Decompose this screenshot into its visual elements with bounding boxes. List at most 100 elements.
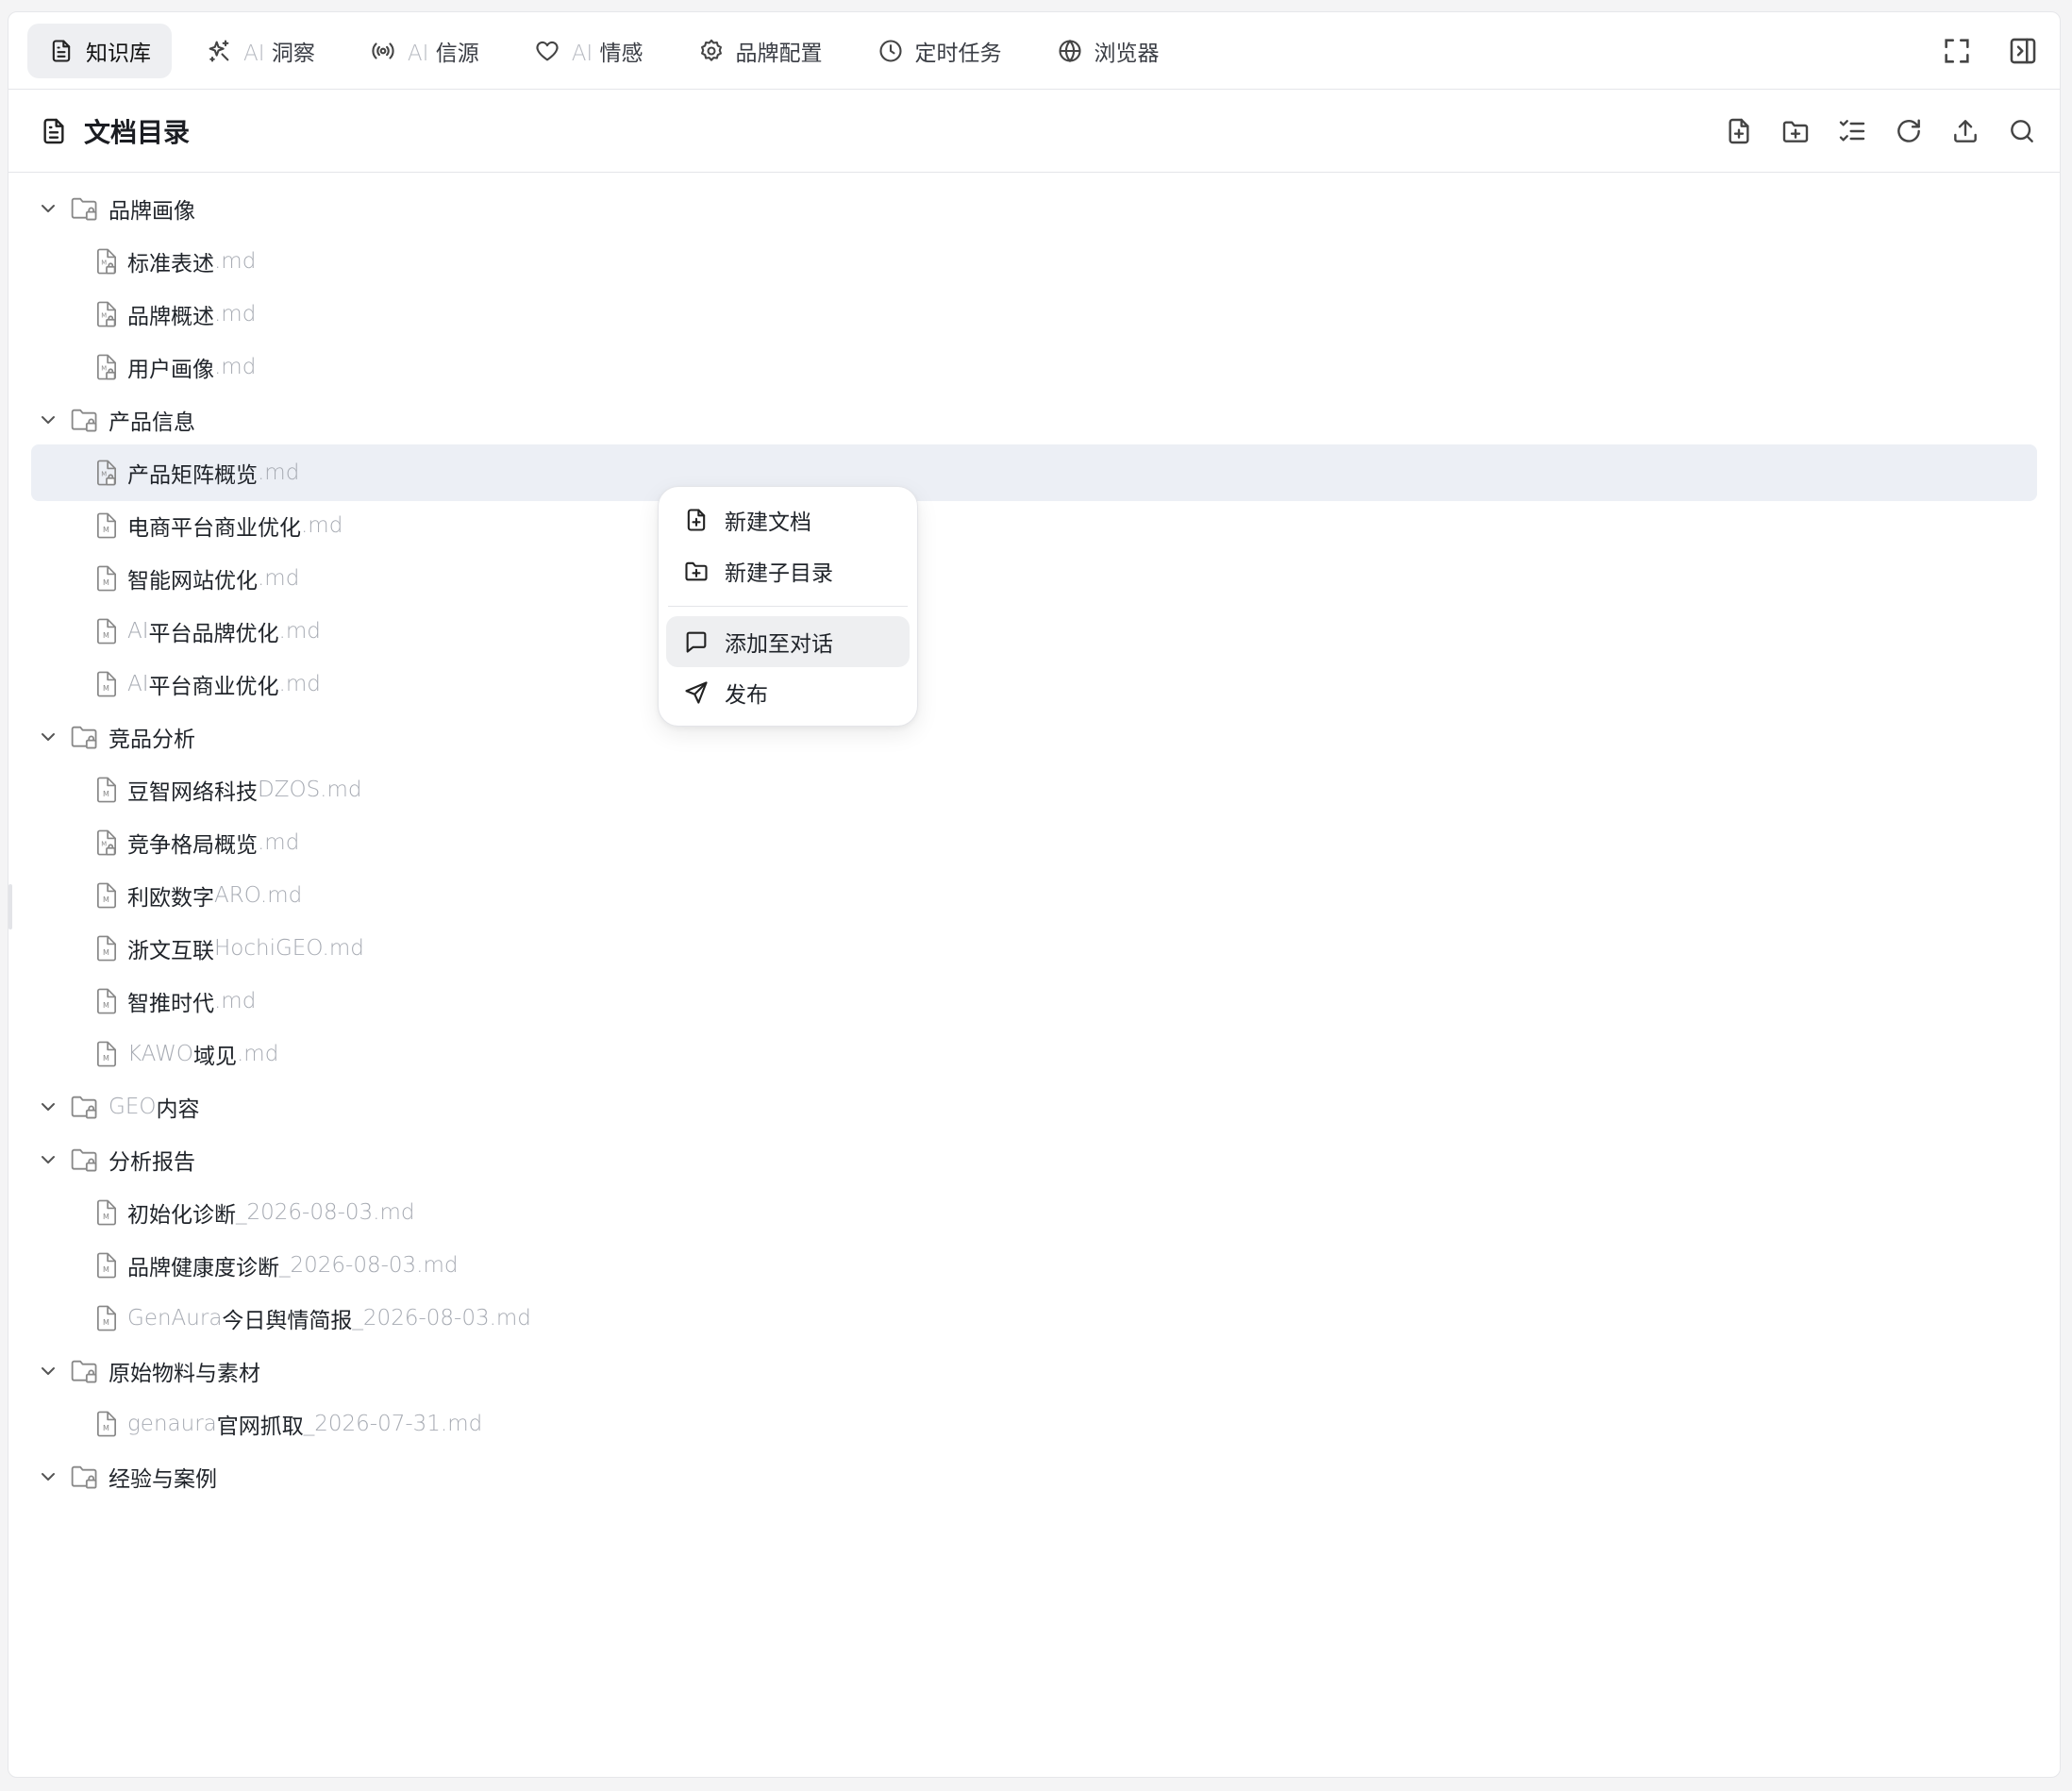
chevron-down-icon[interactable]	[37, 1096, 59, 1118]
folder-name: 分析报告	[109, 1150, 195, 1175]
file-row[interactable]: M 智推时代 .md	[8, 975, 2060, 1028]
folder-row[interactable]: 经验与案例	[8, 1450, 2060, 1503]
document-icon	[52, 39, 71, 62]
menu-item-new-subfolder[interactable]: 新建子目录	[666, 545, 910, 596]
list-check-icon[interactable]	[1837, 116, 1867, 146]
file-extension: .md	[278, 672, 321, 696]
markdown-file-icon: M	[97, 935, 116, 962]
file-row[interactable]: M 品牌概述 .md	[8, 288, 2060, 341]
markdown-file-icon: M	[97, 1305, 116, 1331]
file-row[interactable]: M 标准表述 .md	[8, 235, 2060, 288]
folder-row[interactable]: 品牌画像	[8, 182, 2060, 235]
file-row[interactable]: M 用户画像 .md	[8, 341, 2060, 393]
folder-row[interactable]: GEO 内容	[8, 1080, 2060, 1133]
file-name: 浙文互联	[127, 939, 214, 963]
folder-lock-icon	[71, 197, 97, 221]
menu-item-label: 新建子目录	[725, 561, 833, 586]
menu-item-label: 发布	[725, 683, 768, 708]
file-row[interactable]: M 电商平台商业优化 .md	[8, 499, 2060, 552]
file-row[interactable]: M 利欧数字 ARO.md	[8, 869, 2060, 922]
collapse-panel-icon[interactable]	[2007, 35, 2039, 67]
markdown-file-icon: M	[97, 671, 116, 697]
file-extension: .md	[214, 249, 257, 274]
file-row[interactable]: M 智能网站优化 .md	[8, 552, 2060, 605]
file-row[interactable]: M GenAura 今日舆情简报 _2026-08-03.md	[8, 1292, 2060, 1345]
tab-ai-sentiment[interactable]: AI 情感	[513, 24, 664, 78]
file-extension: _2026-08-03.md	[236, 1200, 415, 1225]
file-row[interactable]: M 初始化诊断 _2026-08-03.md	[8, 1186, 2060, 1239]
file-extension: DZOS.md	[258, 778, 362, 802]
markdown-file-icon: M	[97, 1041, 116, 1067]
file-prefix: AI	[127, 672, 149, 696]
chevron-down-icon[interactable]	[37, 1360, 59, 1382]
chevron-down-icon[interactable]	[37, 409, 59, 431]
search-icon[interactable]	[2007, 116, 2037, 146]
clock-icon	[878, 39, 902, 62]
folder-row[interactable]: 竞品分析	[8, 711, 2060, 763]
svg-text:M: M	[101, 311, 107, 319]
new-folder-icon[interactable]	[1780, 116, 1811, 146]
refresh-icon[interactable]	[1894, 116, 1924, 146]
file-name: 品牌健康度诊断	[127, 1256, 279, 1280]
file-extension: .md	[258, 830, 300, 855]
file-row[interactable]: M 产品矩阵概览 .md	[8, 444, 2060, 501]
file-extension: .md	[258, 460, 300, 485]
folder-row[interactable]: 分析报告	[8, 1133, 2060, 1186]
svg-text:M: M	[103, 1001, 109, 1010]
menu-item-add-to-chat[interactable]: 添加至对话	[666, 616, 910, 667]
tab-ai-insight[interactable]: AI 洞察	[185, 24, 336, 78]
file-row[interactable]: M AI 平台品牌优化 .md	[8, 605, 2060, 658]
tab-knowledge-base[interactable]: 知识库	[27, 23, 172, 78]
file-extension: _2026-08-03.md	[352, 1306, 531, 1331]
menu-item-publish[interactable]: 发布	[666, 667, 910, 718]
folder-prefix: GEO	[109, 1095, 157, 1119]
file-row[interactable]: M 浙文互联 HochiGEO.md	[8, 922, 2060, 975]
chevron-down-icon[interactable]	[37, 1148, 59, 1171]
file-row[interactable]: M AI 平台商业优化 .md	[8, 658, 2060, 711]
folder-lock-icon	[71, 1148, 97, 1172]
svg-text:M: M	[103, 526, 109, 534]
file-name: 利欧数字	[127, 886, 214, 911]
tab-browser[interactable]: 浏览器	[1036, 24, 1180, 78]
folder-lock-icon	[71, 1465, 97, 1489]
tab-label: 信源	[435, 41, 479, 66]
markdown-file-icon: M	[97, 882, 116, 909]
file-name: 竞争格局概览	[127, 833, 258, 858]
markdown-file-icon: M	[97, 512, 116, 539]
heart-icon	[536, 41, 559, 60]
svg-text:M: M	[103, 1318, 109, 1327]
chevron-down-icon[interactable]	[37, 726, 59, 748]
tab-scheduled-tasks[interactable]: 定时任务	[857, 24, 1023, 78]
chevron-down-icon[interactable]	[37, 1465, 59, 1488]
folder-row[interactable]: 产品信息	[8, 393, 2060, 446]
svg-text:M: M	[103, 1213, 109, 1221]
document-directory-header: 文档目录	[8, 90, 2060, 173]
top-tab-bar: 知识库 AI 洞察 AI 信源 AI 情感 品牌配置 定时任务 浏览器	[8, 12, 2060, 90]
file-extension: HochiGEO.md	[214, 936, 364, 961]
markdown-file-icon: M	[97, 988, 116, 1014]
folder-row[interactable]: 原始物料与素材	[8, 1345, 2060, 1398]
file-row[interactable]: M 竞争格局概览 .md	[8, 816, 2060, 869]
file-row[interactable]: M 品牌健康度诊断 _2026-08-03.md	[8, 1239, 2060, 1292]
svg-text:M: M	[101, 364, 107, 372]
tab-ai-source[interactable]: AI 信源	[349, 24, 500, 78]
fullscreen-icon[interactable]	[1941, 35, 1973, 67]
folder-name: 品牌画像	[109, 199, 195, 224]
file-extension: .md	[258, 566, 300, 591]
markdown-file-icon: M	[97, 618, 116, 644]
resize-handle[interactable]	[8, 884, 12, 929]
new-file-icon[interactable]	[1724, 116, 1754, 146]
file-name: 智推时代	[127, 992, 214, 1016]
file-extension: .md	[214, 302, 257, 326]
file-row[interactable]: Mgenaura 官网抓取 _2026-07-31.md	[8, 1398, 2060, 1450]
menu-item-new-document[interactable]: 新建文档	[666, 494, 910, 545]
svg-text:M: M	[103, 896, 109, 904]
tab-brand-config[interactable]: 品牌配置	[677, 24, 844, 78]
chevron-down-icon[interactable]	[37, 197, 59, 220]
upload-icon[interactable]	[1950, 116, 1980, 146]
svg-text:M: M	[103, 790, 109, 798]
file-name: 今日舆情简报	[222, 1309, 353, 1333]
app-window: 知识库 AI 洞察 AI 信源 AI 情感 品牌配置 定时任务 浏览器 文档目录…	[8, 11, 2061, 1778]
file-row[interactable]: M KAWO 域见 .md	[8, 1028, 2060, 1080]
file-row[interactable]: M 豆智网络科技 DZOS.md	[8, 763, 2060, 816]
